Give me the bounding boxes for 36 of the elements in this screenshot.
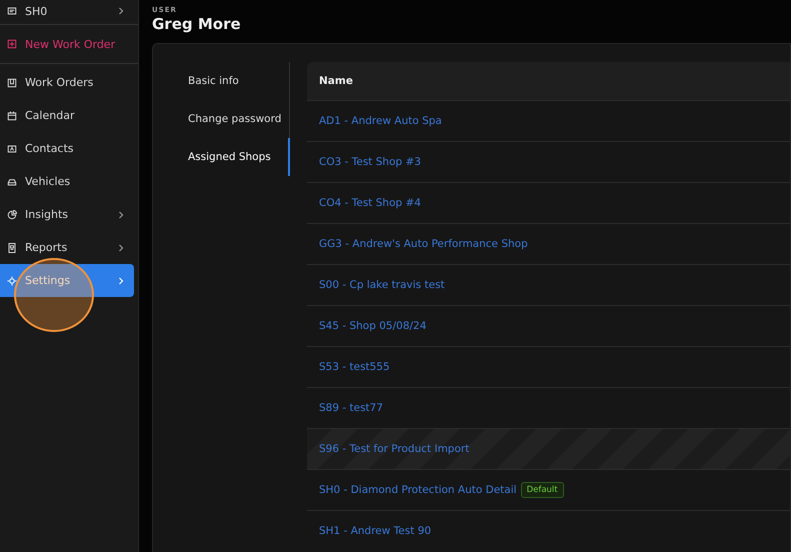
shop-icon [6,5,18,17]
sidebar-item[interactable]: Settings [0,264,134,297]
settings-icon [6,274,18,286]
shop-link[interactable]: CO4 - Test Shop #4 [319,197,421,209]
chevron-right-icon [118,276,124,284]
default-badge: Default [520,482,564,498]
chevron-right-icon [118,7,124,15]
shop-link[interactable]: GG3 - Andrew's Auto Performance Shop [319,238,528,250]
shop-link[interactable]: S89 - test77 [319,402,384,414]
shop-link[interactable]: S96 - Test for Product Import [319,443,470,455]
sidebar-item[interactable]: SH0 [0,0,134,22]
tab[interactable]: Basic info [153,62,290,100]
chevron-right-icon [118,210,124,218]
chevron-right-icon [118,244,124,252]
tab[interactable]: Change password [153,100,290,138]
chart-icon [6,208,18,220]
shop-link[interactable]: S45 - Shop 05/08/24 [319,320,426,332]
plus-icon [6,38,18,50]
sidebar-item[interactable]: Insights [0,198,134,231]
sidebar-item[interactable]: Vehicles [0,165,134,198]
shop-link[interactable]: AD1 - Andrew Auto Spa [319,115,442,127]
shop-link[interactable]: CO3 - Test Shop #3 [319,156,421,168]
sidebar-item[interactable]: Reports [0,231,134,264]
report-icon [6,242,18,254]
tab[interactable]: Assigned Shops [153,138,290,176]
shop-link[interactable]: S53 - test555 [319,361,390,373]
sidebar-item[interactable]: Contacts [0,132,134,165]
sidebar-item[interactable]: Calendar [0,99,134,132]
page-title: Greg More [152,15,242,33]
sidebar-item[interactable]: Work Orders [0,66,134,99]
sidebar-item[interactable]: New Work Order [0,27,134,61]
shop-link[interactable]: SH1 - Andrew Test 90 [319,525,432,537]
shop-link[interactable]: S00 - Cp lake travis test [319,279,445,291]
calendar-icon [6,110,18,122]
shop-link[interactable]: SH0 - Diamond Protection Auto Detail [319,484,517,496]
column-header: Name [307,62,790,100]
